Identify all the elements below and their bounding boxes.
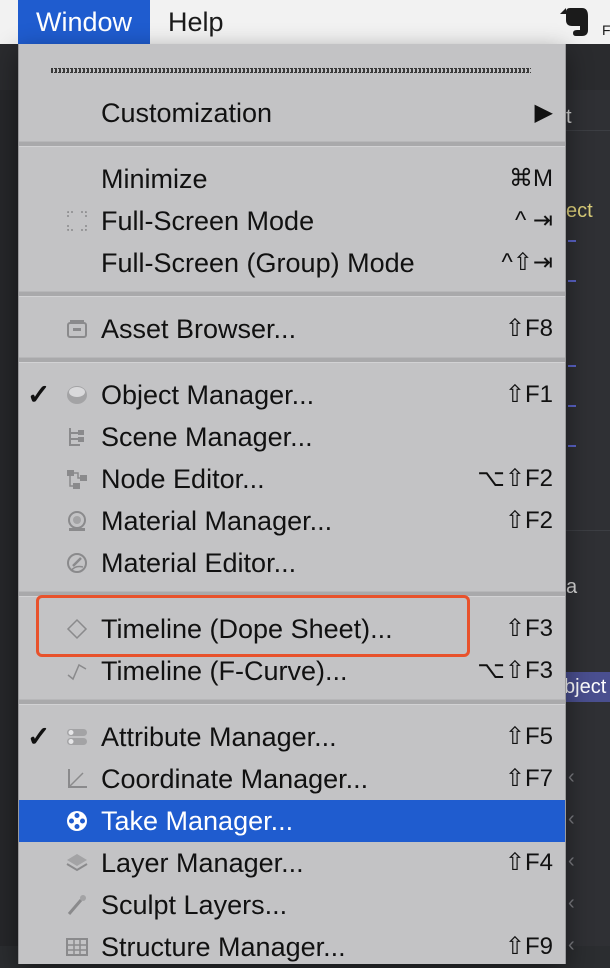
shortcut: ⇧F1 (504, 381, 553, 408)
material-manager-icon (68, 511, 86, 531)
menu-item-label: Coordinate Manager... (101, 764, 369, 794)
asset-browser-icon (67, 320, 87, 338)
check-icon: ✓ (27, 721, 51, 752)
menu-item-node-editor[interactable]: Node Editor... ⌥⇧F2 (19, 458, 565, 500)
menu-item-object-manager[interactable]: ✓ Object Manager... ⇧F1 (19, 374, 565, 416)
menu-item-label: Asset Browser... (101, 314, 297, 344)
shortcut: ⇧F2 (504, 507, 553, 534)
window-menu-dropdown: Customization ▶ Minimize ⌘M Full-Screen … (18, 44, 566, 964)
menu-item-customization[interactable]: Customization ▶ (19, 92, 565, 134)
timeline-fcurve-icon (67, 663, 87, 681)
menu-item-label: Structure Manager... (101, 932, 346, 962)
menu-item-minimize[interactable]: Minimize ⌘M (19, 158, 565, 200)
annotation-highlight-box (36, 595, 470, 657)
check-icon: ✓ (27, 379, 51, 410)
menu-item-attribute-manager[interactable]: ✓ Attribute Manager... ⇧F5 (19, 716, 565, 758)
menu-item-coordinate-manager[interactable]: Coordinate Manager... ⇧F7 (19, 758, 565, 800)
menu-item-label: Attribute Manager... (101, 722, 337, 752)
menu-item-label: Layer Manager... (101, 848, 304, 878)
shortcut: ⇧F9 (504, 933, 553, 960)
menu-item-label: Minimize (101, 164, 208, 194)
object-manager-icon (67, 386, 87, 404)
menu-window[interactable]: Window (18, 0, 151, 44)
menu-item-label: Object Manager... (101, 380, 315, 410)
fullscreen-icon (67, 211, 87, 231)
menu-item-asset-browser[interactable]: Asset Browser... ⇧F8 (19, 308, 565, 350)
menu-item-label: Material Manager... (101, 506, 333, 536)
bg-label: t (566, 106, 572, 128)
take-manager-icon (67, 811, 87, 831)
evernote-icon[interactable] (556, 4, 596, 40)
menu-item-label: Full-Screen Mode (101, 206, 315, 236)
menu-item-label: Node Editor... (101, 464, 265, 494)
menu-item-label: Customization (101, 98, 273, 128)
menu-item-material-editor[interactable]: Material Editor... (19, 542, 565, 584)
shortcut: ⇧F8 (504, 315, 553, 342)
menu-item-structure-manager[interactable]: Structure Manager... ⇧F9 (19, 926, 565, 968)
shortcut: ⌥⇧F3 (477, 657, 553, 684)
menu-item-full-screen-mode[interactable]: Full-Screen Mode ^ ⇥ (19, 200, 565, 242)
scene-manager-icon (69, 428, 84, 446)
submenu-arrow-icon: ▶ (534, 99, 553, 126)
menu-item-sculpt-layers[interactable]: Sculpt Layers... (19, 884, 565, 926)
menu-bar: Window Help F (0, 0, 610, 44)
menu-item-material-manager[interactable]: Material Manager... ⇧F2 (19, 500, 565, 542)
menu-item-scene-manager[interactable]: Scene Manager... (19, 416, 565, 458)
menu-item-full-screen-group-mode[interactable]: Full-Screen (Group) Mode ^⇧⇥ (19, 242, 565, 284)
shortcut: ^ ⇥ (514, 207, 553, 234)
bg-object-tab: bject (564, 672, 610, 702)
attribute-manager-icon (67, 729, 87, 745)
tearoff-handle[interactable] (51, 68, 531, 73)
menu-item-label: Sculpt Layers... (101, 890, 288, 920)
menu-item-label: Full-Screen (Group) Mode (101, 248, 415, 278)
shortcut: ⇧F3 (504, 615, 553, 642)
menu-item-label: Take Manager... (101, 806, 294, 836)
material-editor-icon (67, 553, 87, 573)
left-panel (0, 90, 20, 946)
layer-manager-icon (66, 854, 88, 872)
menu-item-label: Material Editor... (101, 548, 297, 578)
menu-help[interactable]: Help (150, 0, 242, 44)
shortcut: ⇧F4 (504, 849, 553, 876)
status-extra: F (602, 22, 610, 38)
bg-label: ect (566, 200, 593, 222)
shortcut: ⇧F7 (504, 765, 553, 792)
shortcut: ^⇧⇥ (501, 249, 553, 276)
menu-item-label: Scene Manager... (101, 422, 313, 452)
menu-item-take-manager[interactable]: Take Manager... (19, 800, 565, 842)
sculpt-layers-icon (67, 895, 86, 915)
structure-manager-icon (66, 938, 88, 956)
shortcut: ⌥⇧F2 (477, 465, 553, 492)
node-editor-icon (67, 470, 87, 489)
menu-item-layer-manager[interactable]: Layer Manager... ⇧F4 (19, 842, 565, 884)
coordinate-manager-icon (68, 769, 87, 788)
shortcut: ⌘M (509, 165, 553, 192)
bg-label: a (566, 576, 578, 598)
right-panel: t ect a bject ‹ ‹ ‹ ‹ ‹ (564, 90, 610, 956)
shortcut: ⇧F5 (504, 723, 553, 750)
